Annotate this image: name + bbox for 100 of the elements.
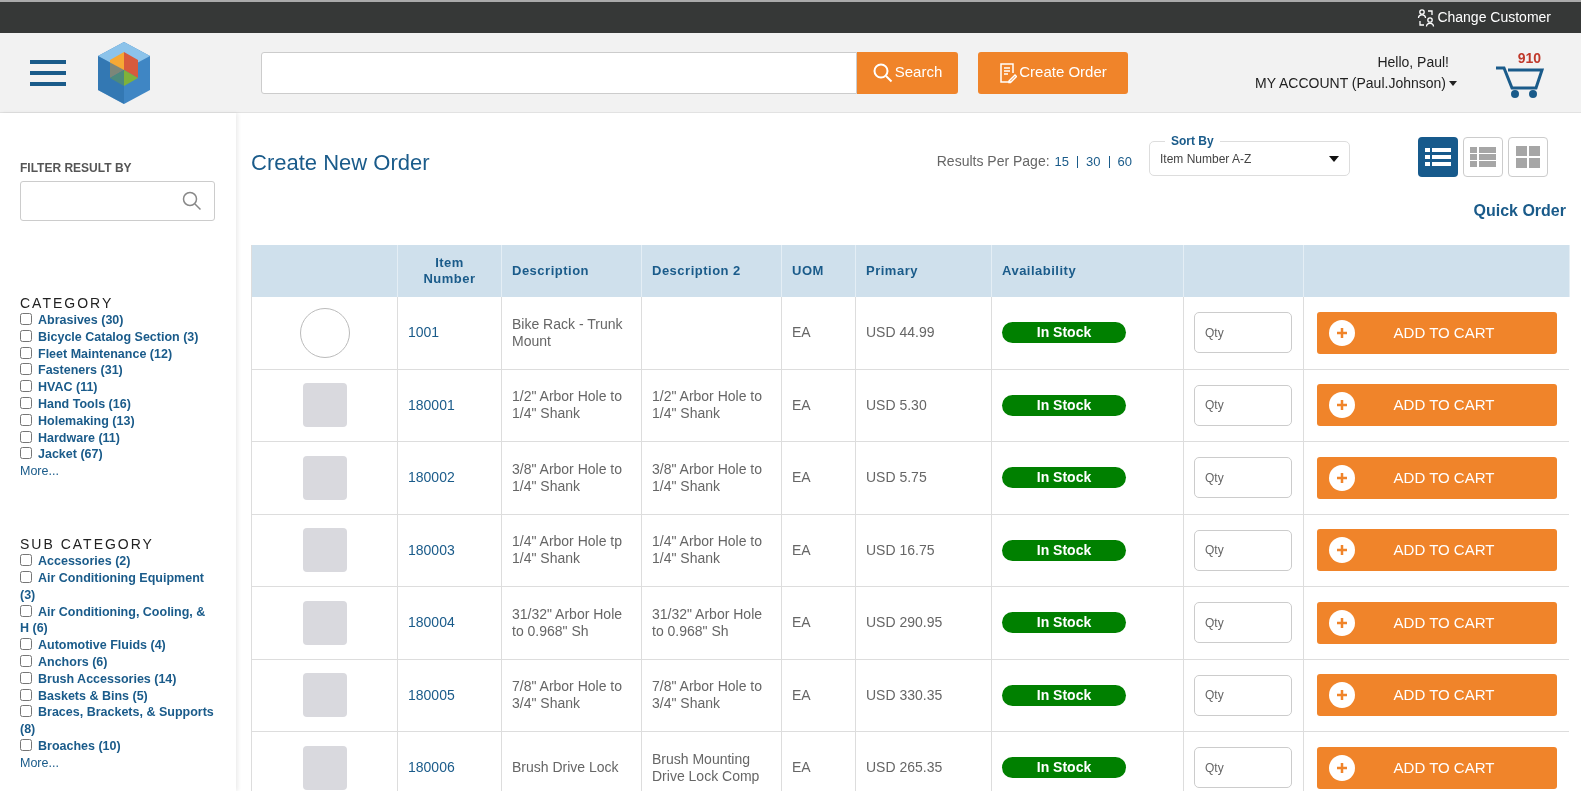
filter-option[interactable]: Jacket (67) [20, 446, 216, 464]
filter-option[interactable]: Anchors (6) [20, 653, 216, 671]
view-toggle-button[interactable] [1463, 137, 1503, 177]
checkbox[interactable] [20, 447, 32, 460]
filter-option[interactable]: Baskets & Bins (5) [20, 687, 216, 705]
checkbox[interactable] [20, 638, 32, 651]
column-header: Availability [1002, 263, 1077, 279]
uom-text: EA [792, 468, 811, 488]
checkbox[interactable] [20, 570, 32, 583]
plus-icon [1329, 537, 1355, 564]
filter-option[interactable]: Fasteners (31) [20, 362, 216, 380]
description-text: Brush Drive Lock [512, 759, 619, 777]
checkbox[interactable] [20, 738, 32, 751]
uom-text: EA [792, 758, 811, 778]
item-number-link[interactable]: 180005 [408, 684, 455, 706]
filter-option[interactable]: Bicycle Catalog Section (3) [20, 328, 216, 346]
rows-view-icon [1470, 146, 1496, 168]
price-text: USD 5.30 [866, 395, 927, 415]
availability-badge: In Stock [1002, 684, 1126, 706]
view-toggle-button[interactable] [1418, 137, 1458, 177]
item-number-link[interactable]: 180003 [408, 539, 455, 561]
filter-label: FILTER RESULT BY [20, 160, 133, 177]
results-option-link[interactable]: 60 [1117, 151, 1132, 172]
quantity-field[interactable]: Qty [1194, 529, 1292, 571]
search-icon [182, 191, 202, 211]
checkbox[interactable] [20, 346, 32, 359]
filter-option[interactable]: Fleet Maintenance (12) [20, 345, 216, 363]
uom-text: EA [792, 613, 811, 633]
filter-section-title: CATEGORY [20, 294, 115, 312]
uom-text: EA [792, 540, 811, 560]
filter-option[interactable]: Accessories (2) [20, 553, 216, 570]
checkbox[interactable] [20, 430, 32, 443]
item-number-link[interactable]: 1001 [408, 322, 440, 344]
menu-icon[interactable] [30, 58, 66, 87]
availability-badge: In Stock [1002, 612, 1126, 634]
filter-option[interactable]: Air Conditioning, Cooling, & H (6) [20, 603, 216, 638]
filter-option[interactable]: Abrasives (30) [20, 312, 216, 329]
checkbox[interactable] [20, 397, 32, 409]
swap-users-icon [1417, 7, 1436, 28]
checkbox[interactable] [20, 671, 32, 684]
filter-option[interactable]: Hardware (11) [20, 429, 216, 447]
checkbox[interactable] [20, 604, 32, 617]
checkbox[interactable] [20, 363, 32, 376]
photo-placeholder [302, 455, 347, 500]
filter-option[interactable]: Automotive Fluids (4) [20, 637, 216, 654]
item-number-link[interactable]: 180001 [408, 394, 455, 416]
item-number-link[interactable]: 180002 [408, 467, 455, 489]
filter-option[interactable]: HVAC (11) [20, 379, 216, 396]
price-text: USD 16.75 [866, 540, 935, 560]
price-text: USD 5.75 [866, 468, 927, 488]
item-number-link[interactable]: 180004 [408, 612, 455, 634]
view-toggle-button[interactable] [1508, 137, 1548, 177]
quantity-field[interactable]: Qty [1194, 674, 1292, 716]
checkbox[interactable] [20, 380, 32, 393]
filter-option[interactable]: Air Conditioning Equipment (3) [20, 569, 216, 604]
description-text: 31/32" Arbor Hole to 0.968" Sh [512, 605, 624, 640]
more-link[interactable]: More... [20, 754, 216, 771]
quantity-field[interactable]: Qty [1194, 384, 1292, 426]
account-dropdown[interactable]: MY ACCOUNT (Paul.Johnson) [1255, 72, 1457, 94]
checkbox[interactable] [20, 654, 32, 667]
checkbox[interactable] [20, 554, 32, 567]
quantity-field[interactable]: Qty [1194, 312, 1292, 354]
column-header: Primary [866, 263, 918, 279]
checkbox[interactable] [20, 413, 32, 426]
quantity-field[interactable]: Qty [1194, 747, 1292, 789]
quantity-field[interactable]: Qty [1194, 457, 1292, 499]
availability-badge: In Stock [1002, 757, 1126, 779]
change-customer-link[interactable]: Change Customer [1417, 7, 1551, 28]
checkbox[interactable] [20, 688, 32, 701]
filter-option[interactable]: Holemaking (13) [20, 412, 216, 430]
results-option-link[interactable]: 15 [1054, 151, 1070, 172]
description-text: Bike Rack - Trunk Mount [512, 315, 624, 350]
description-text: 3/8" Arbor Hole to 1/4" Shank [652, 460, 764, 495]
plus-icon [1329, 464, 1355, 491]
availability-badge: In Stock [1002, 394, 1126, 416]
column-header: Description [512, 263, 589, 279]
filter-option[interactable]: Hand Tools (16) [20, 396, 216, 413]
description-text: 7/8" Arbor Hole to 3/4" Shank [512, 678, 624, 713]
results-per-page-label: Results Per Page: [936, 152, 1050, 171]
checkbox[interactable] [20, 313, 32, 325]
description-text: 1/2" Arbor Hole to 1/4" Shank [512, 388, 624, 423]
checkbox[interactable] [20, 329, 32, 342]
search-field[interactable] [261, 51, 857, 94]
quick-order-link[interactable]: Quick Order [1473, 199, 1566, 223]
filter-option[interactable]: Broaches (10) [20, 737, 216, 755]
checkbox[interactable] [20, 705, 32, 718]
quantity-field[interactable]: Qty [1194, 602, 1292, 644]
price-text: USD 265.35 [866, 758, 943, 778]
filter-field[interactable] [20, 181, 215, 221]
more-link[interactable]: More... [20, 463, 216, 480]
item-number-link[interactable]: 180006 [408, 757, 455, 779]
filter-option[interactable]: Brush Accessories (14) [20, 670, 216, 688]
results-option-link[interactable]: 30 [1086, 151, 1101, 172]
description-text: Brush Mounting Drive Lock Comp [652, 750, 761, 785]
caret-icon [1329, 155, 1339, 162]
filter-option[interactable]: Braces, Brackets, & Supports (8) [20, 704, 216, 738]
cube-logo-icon [96, 39, 152, 106]
price-text: USD 44.99 [866, 323, 935, 343]
plus-icon [1329, 682, 1355, 709]
photo-placeholder [302, 528, 347, 573]
